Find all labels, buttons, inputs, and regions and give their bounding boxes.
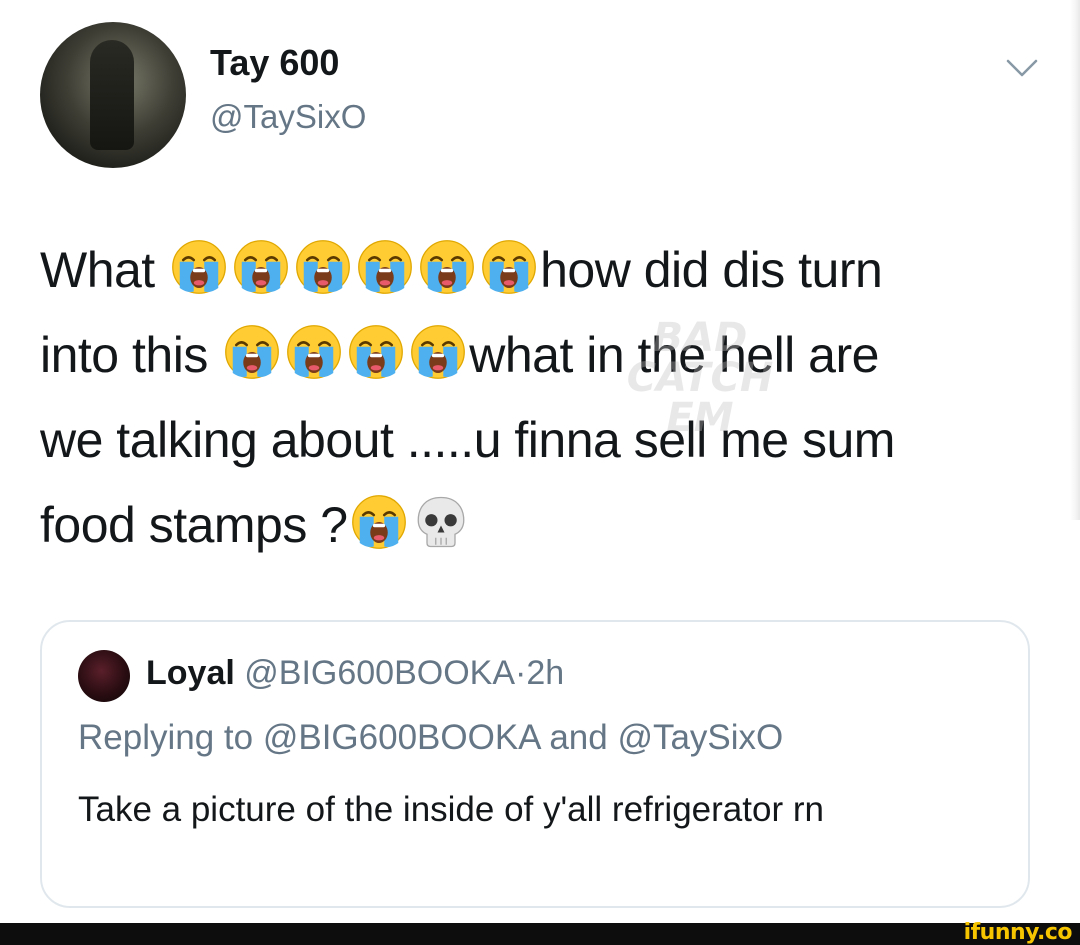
replying-to-line[interactable]: Replying to @BIG600BOOKA and @TaySixO: [78, 718, 783, 758]
header-separator: ·: [515, 654, 527, 692]
loudly-crying-face-icon: [357, 239, 413, 295]
quoted-tweet-card[interactable]: Loyal @BIG600BOOKA·2h Replying to @BIG60…: [40, 620, 1030, 908]
skull-icon: [413, 494, 469, 550]
loudly-crying-face-icon: [419, 239, 475, 295]
loudly-crying-face-icon: [351, 494, 407, 550]
quoted-author-name[interactable]: Loyal: [146, 654, 235, 692]
tweet-text-segment: food stamps ?: [40, 497, 348, 553]
author-display-name[interactable]: Tay 600: [210, 42, 339, 84]
tweet-line-4: food stamps ?: [40, 483, 1040, 568]
tweet-line-2: into this what in the hell are: [40, 313, 1040, 398]
tweet-text-segment: What: [40, 242, 155, 298]
ifunny-logo[interactable]: ifunny.co: [964, 921, 1073, 945]
author-handle[interactable]: @TaySixO: [210, 98, 366, 136]
loudly-crying-face-icon: [286, 324, 342, 380]
tweet-line-3: we talking about .....u finna sell me su…: [40, 412, 895, 468]
quoted-tweet-header: Loyal @BIG600BOOKA·2h: [146, 654, 564, 693]
tweet-screenshot: Tay 600 @TaySixO What how did dis turn i…: [0, 0, 1080, 945]
footer-bar: ifunny.co: [0, 921, 1080, 945]
quoted-tweet-text: Take a picture of the inside of y'all re…: [78, 790, 824, 829]
quoted-author-handle[interactable]: @BIG600BOOKA: [244, 654, 515, 692]
tweet-text-segment: into this: [40, 327, 208, 383]
loudly-crying-face-icon: [233, 239, 289, 295]
loudly-crying-face-icon: [224, 324, 280, 380]
page-edge: [1070, 0, 1080, 520]
avatar-figure: [90, 40, 134, 150]
tweet-text: What how did dis turn into this what in …: [40, 228, 1040, 568]
loudly-crying-face-icon: [410, 324, 466, 380]
chevron-down-icon[interactable]: [1004, 56, 1040, 80]
loudly-crying-face-icon: [171, 239, 227, 295]
tweet-text-segment: what in the hell are: [469, 327, 879, 383]
tweet-line-1: What how did dis turn: [40, 228, 1040, 313]
loudly-crying-face-icon: [348, 324, 404, 380]
quoted-author-avatar[interactable]: [78, 650, 130, 702]
tweet-text-segment: how did dis turn: [540, 242, 883, 298]
loudly-crying-face-icon: [481, 239, 537, 295]
author-avatar[interactable]: [40, 22, 186, 168]
loudly-crying-face-icon: [295, 239, 351, 295]
quoted-timestamp[interactable]: 2h: [526, 654, 564, 692]
